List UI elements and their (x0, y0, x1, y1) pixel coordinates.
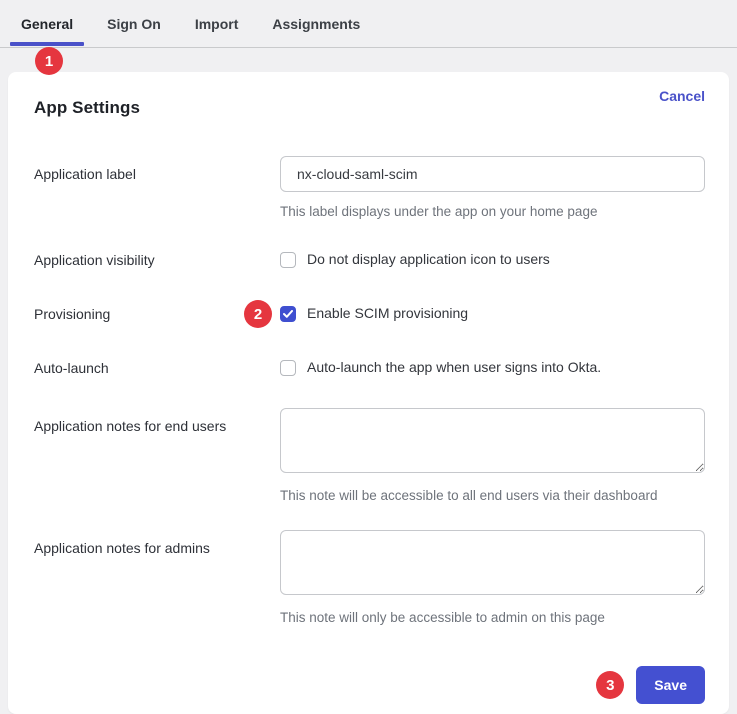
application-visibility-checkbox[interactable] (280, 252, 296, 268)
application-label-input[interactable] (280, 156, 705, 192)
application-label-label: Application label (34, 156, 280, 219)
tab-bar: General Sign On Import Assignments (0, 0, 737, 48)
notes-end-users-helper: This note will be accessible to all end … (280, 488, 705, 503)
panel-header: App Settings Cancel (34, 88, 705, 118)
application-visibility-label: Application visibility (34, 251, 280, 269)
tab-import[interactable]: Import (195, 2, 239, 45)
application-label-helper: This label displays under the app on you… (280, 204, 705, 219)
checkmark-icon (283, 310, 293, 318)
application-visibility-checkbox-label[interactable]: Do not display application icon to users (307, 251, 550, 268)
application-visibility-row: Application visibility Do not display ap… (34, 251, 705, 269)
app-settings-panel: App Settings Cancel Application label Th… (8, 72, 729, 714)
notes-admins-row: Application notes for admins This note w… (34, 530, 705, 625)
notes-end-users-label: Application notes for end users (34, 408, 280, 503)
notes-admins-textarea[interactable] (280, 530, 705, 595)
enable-scim-checkbox[interactable] (280, 306, 296, 322)
provisioning-row: Provisioning 2 Enable SCIM provisioning (34, 305, 705, 323)
auto-launch-checkbox[interactable] (280, 360, 296, 376)
notes-end-users-row: Application notes for end users This not… (34, 408, 705, 503)
step-badge-1: 1 (35, 47, 63, 75)
auto-launch-row: Auto-launch Auto-launch the app when use… (34, 359, 705, 377)
cancel-link[interactable]: Cancel (659, 88, 705, 104)
save-button[interactable]: Save (636, 666, 705, 704)
page-title: App Settings (34, 98, 140, 118)
auto-launch-label: Auto-launch (34, 359, 280, 377)
notes-admins-label: Application notes for admins (34, 530, 280, 625)
step-badge-3: 3 (596, 671, 624, 699)
save-row: 3 Save (34, 666, 705, 704)
tab-sign-on[interactable]: Sign On (107, 2, 161, 45)
tab-assignments[interactable]: Assignments (272, 2, 360, 45)
auto-launch-checkbox-label[interactable]: Auto-launch the app when user signs into… (307, 359, 601, 376)
notes-end-users-textarea[interactable] (280, 408, 705, 473)
enable-scim-checkbox-label[interactable]: Enable SCIM provisioning (307, 305, 468, 322)
application-label-row: Application label This label displays un… (34, 156, 705, 219)
notes-admins-helper: This note will only be accessible to adm… (280, 610, 705, 625)
tab-general[interactable]: General (21, 2, 73, 45)
step-badge-2: 2 (244, 300, 272, 328)
